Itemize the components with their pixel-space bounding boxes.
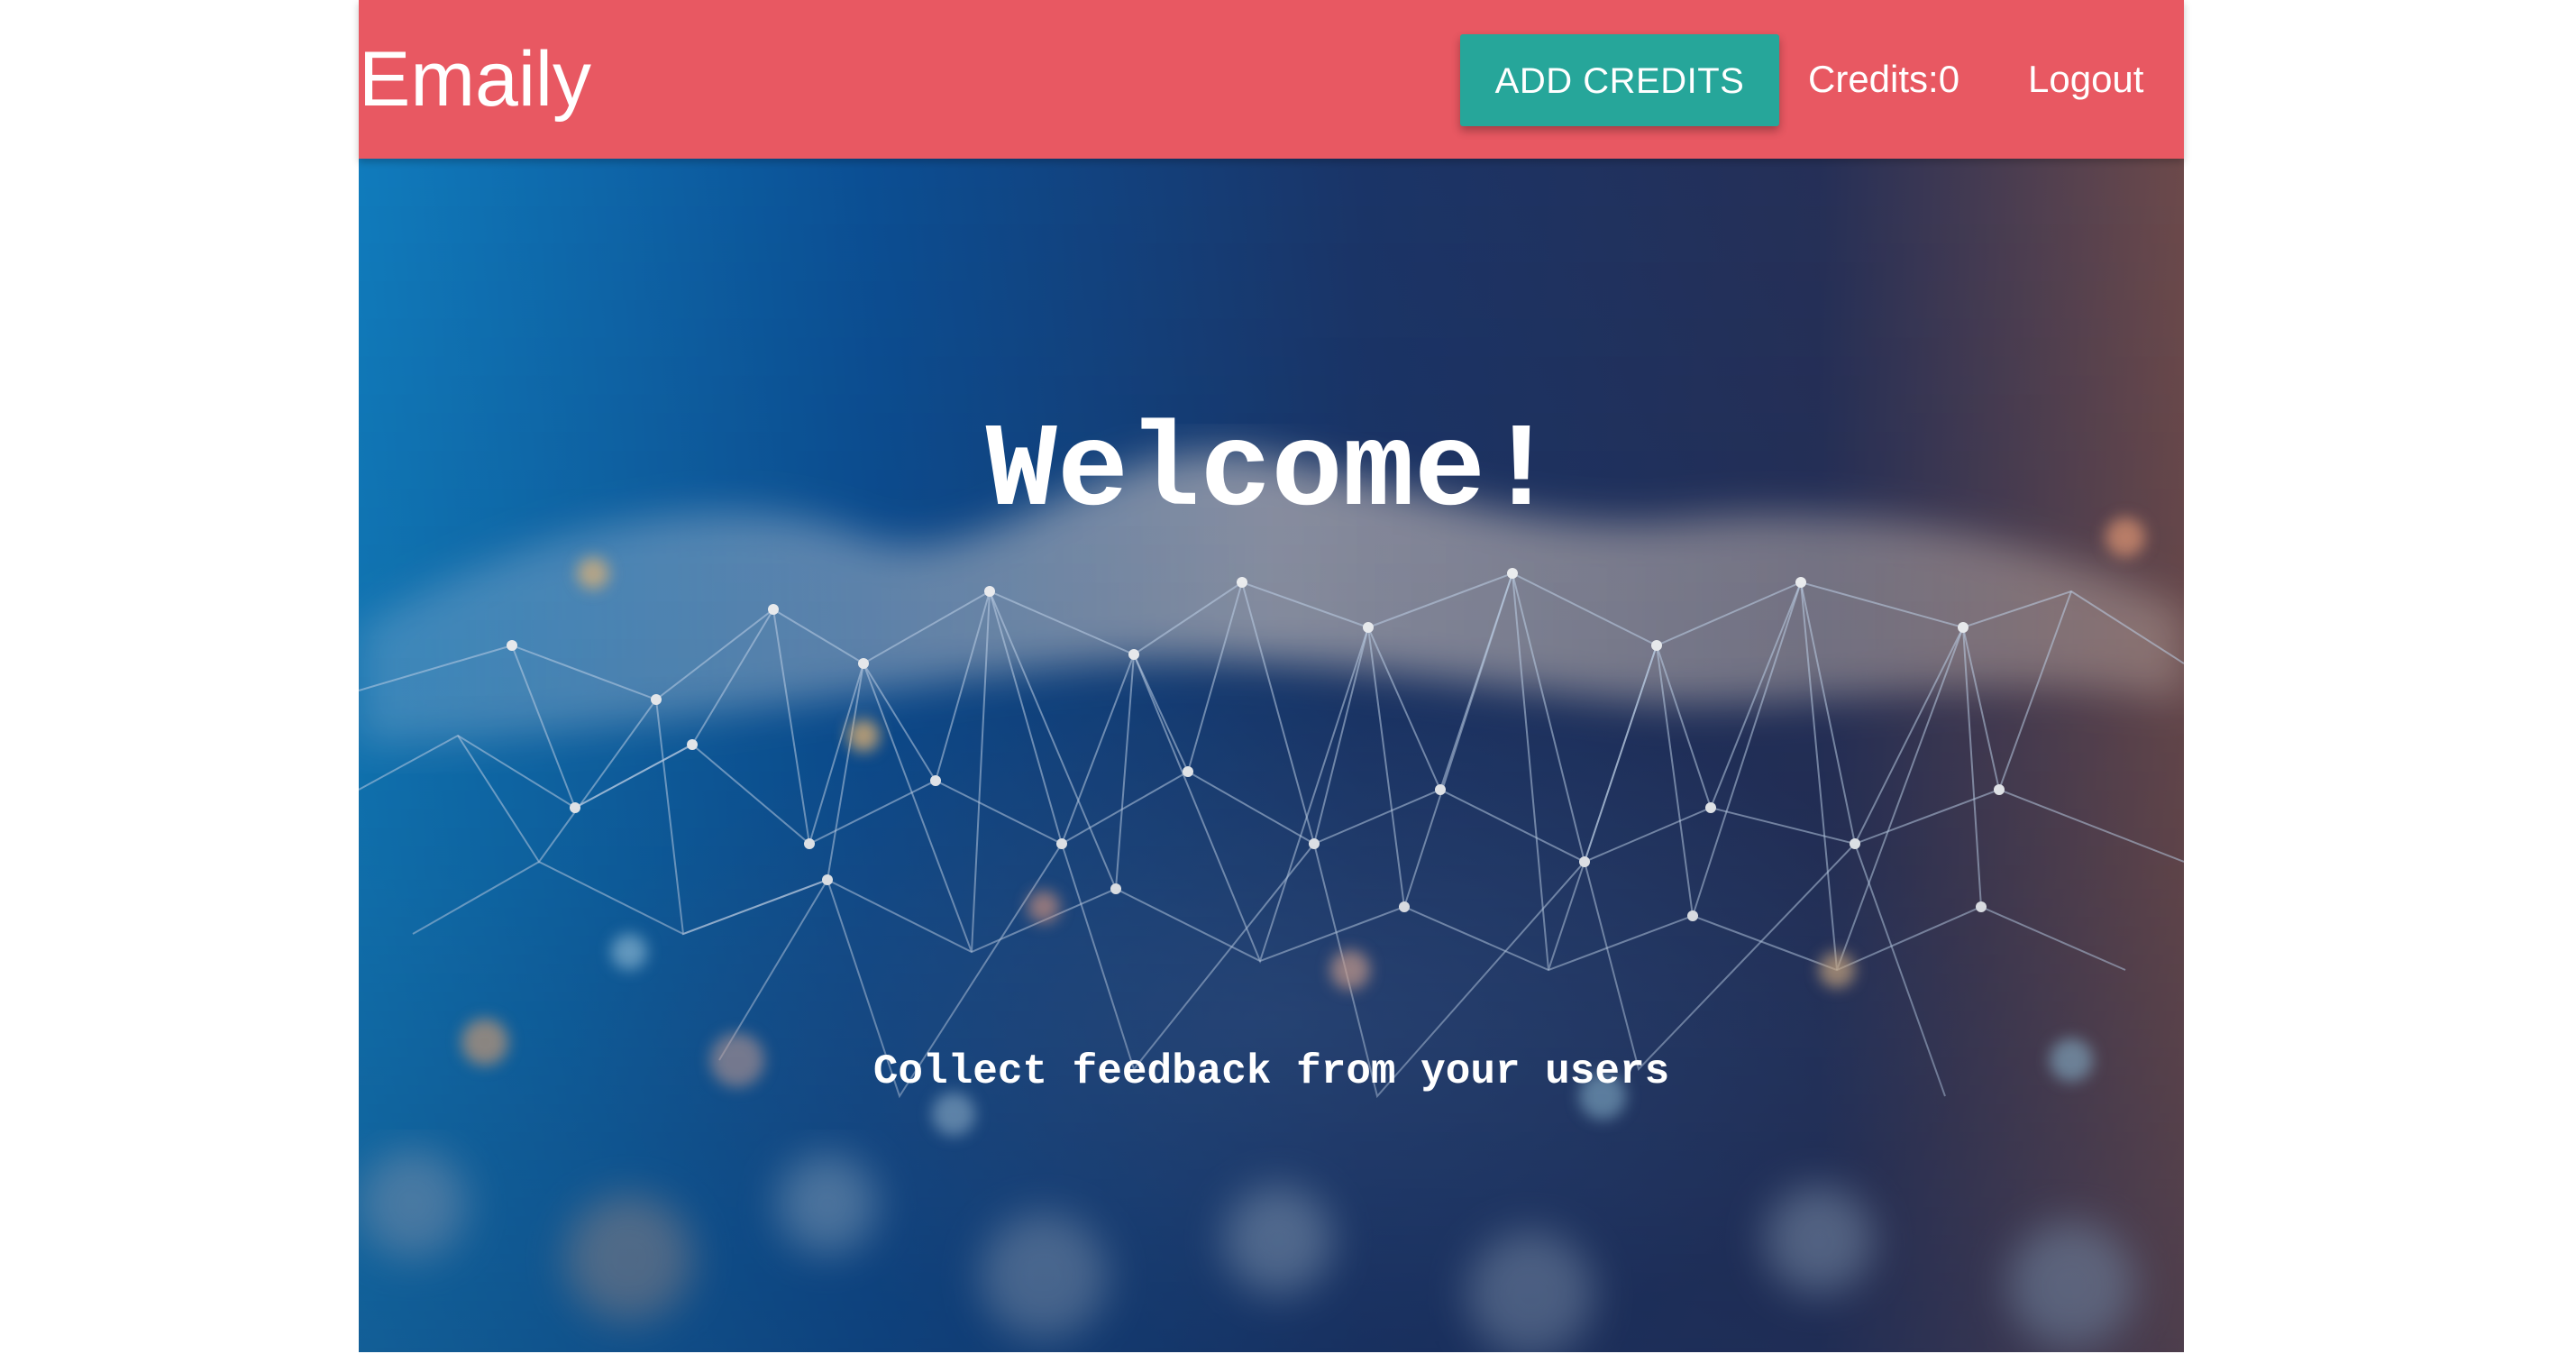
hero-tagline: Collect feedback from your users bbox=[872, 1048, 1670, 1095]
credits-count: Credits:0 bbox=[1808, 58, 1960, 100]
navbar: Emaily ADD CREDITS Credits:0 Logout bbox=[359, 0, 2184, 159]
add-credits-button[interactable]: ADD CREDITS bbox=[1460, 34, 1779, 126]
welcome-heading: Welcome! bbox=[985, 405, 1557, 541]
hero-banner: Welcome! Collect feedback from your user… bbox=[359, 159, 2184, 1352]
logout-link[interactable]: Logout bbox=[2028, 34, 2143, 124]
hero-overlay bbox=[359, 159, 2184, 1352]
brand-logo[interactable]: Emaily bbox=[359, 25, 591, 133]
app-container: Emaily ADD CREDITS Credits:0 Logout Welc… bbox=[359, 0, 2184, 1352]
